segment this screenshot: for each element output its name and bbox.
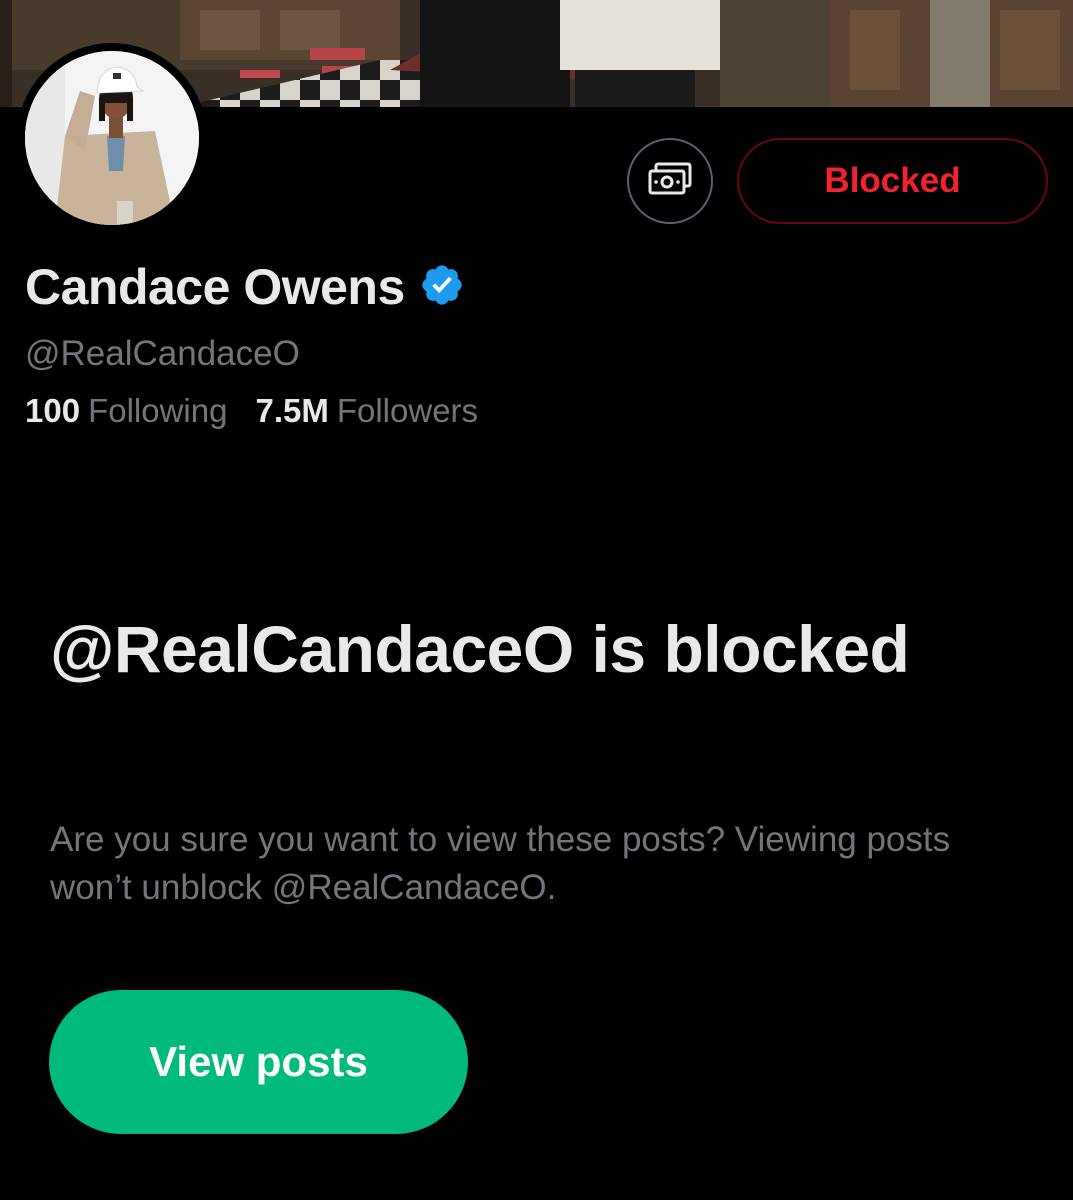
blocked-button[interactable]: Blocked xyxy=(737,138,1048,224)
following-count: 100 xyxy=(25,392,81,429)
money-icon xyxy=(648,162,692,201)
blocked-notice-description: Are you sure you want to view these post… xyxy=(50,820,951,907)
view-posts-label: View posts xyxy=(149,1038,368,1085)
avatar-image xyxy=(25,51,199,225)
display-name: Candace Owens xyxy=(25,259,405,315)
following-label: Following xyxy=(88,392,228,429)
following-link[interactable]: 100 Following xyxy=(25,392,227,430)
subscribe-button[interactable] xyxy=(627,138,713,224)
handle: @RealCandaceO xyxy=(25,334,300,373)
follow-stats: 100 Following 7.5M Followers xyxy=(25,392,478,430)
blocked-notice-title: @RealCandaceO is blocked xyxy=(50,612,910,686)
avatar[interactable] xyxy=(17,43,207,233)
blocked-button-label: Blocked xyxy=(824,161,961,200)
name-row: Candace Owens xyxy=(25,258,465,316)
followers-label: Followers xyxy=(336,392,479,429)
followers-count: 7.5M xyxy=(255,392,329,429)
followers-link[interactable]: 7.5M Followers xyxy=(255,392,478,430)
view-posts-button[interactable]: View posts xyxy=(49,990,468,1134)
verified-badge-icon[interactable] xyxy=(419,262,465,313)
